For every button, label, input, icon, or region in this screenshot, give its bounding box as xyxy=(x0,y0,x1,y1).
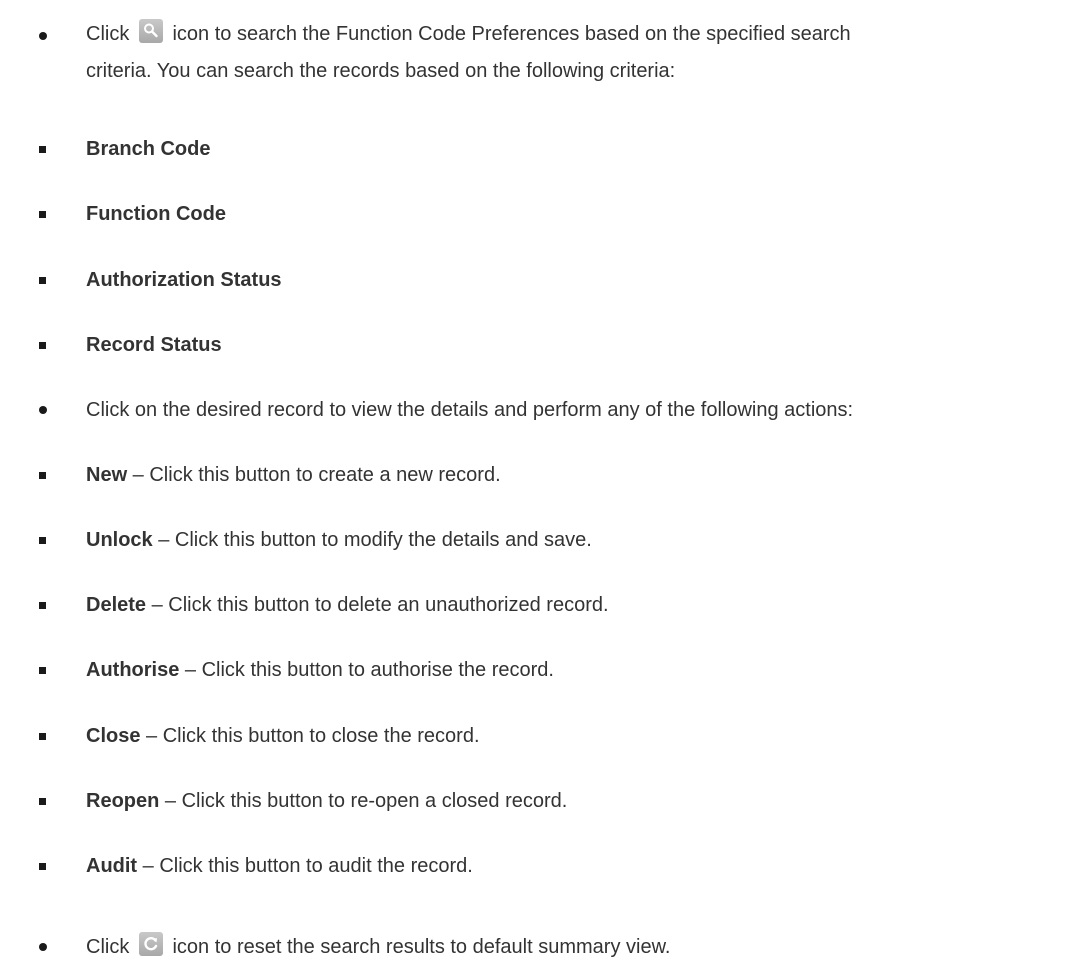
bullet xyxy=(39,342,46,349)
bullet xyxy=(39,602,46,609)
action-close: Close – Click this button to close the r… xyxy=(86,725,480,747)
criteria-authorization-status: Authorization Status xyxy=(86,269,282,291)
bullet xyxy=(39,406,47,414)
bullet xyxy=(39,32,47,40)
criteria-branch-code: Branch Code xyxy=(86,138,211,160)
bullet xyxy=(39,211,46,218)
intro-line-2: criteria. You can search the records bas… xyxy=(86,60,676,82)
action-delete: Delete – Click this button to delete an … xyxy=(86,594,609,616)
bullet xyxy=(39,537,46,544)
bullet xyxy=(39,733,46,740)
action-reopen: Reopen – Click this button to re-open a … xyxy=(86,790,568,812)
action-audit: Audit – Click this button to audit the r… xyxy=(86,855,473,877)
criteria-record-status: Record Status xyxy=(86,334,222,356)
bullet xyxy=(39,277,46,284)
action-authorise: Authorise – Click this button to authori… xyxy=(86,659,554,681)
search-icon[interactable] xyxy=(138,19,163,43)
refresh-icon[interactable] xyxy=(138,932,163,956)
record-intro-text: Click on the desired record to view the … xyxy=(86,399,854,421)
action-new: New – Click this button to create a new … xyxy=(86,464,501,486)
bullet xyxy=(39,863,46,870)
bullet xyxy=(39,798,46,805)
bullet xyxy=(39,943,47,951)
action-unlock: Unlock – Click this button to modify the… xyxy=(86,529,592,551)
bullet xyxy=(39,472,46,479)
criteria-function-code: Function Code xyxy=(86,203,226,225)
bullet xyxy=(39,146,46,153)
intro-line-1: Click icon to search the Function Code P… xyxy=(86,16,1075,53)
bullet xyxy=(39,667,46,674)
reset-text: Click icon to reset the search results t… xyxy=(86,929,1075,966)
